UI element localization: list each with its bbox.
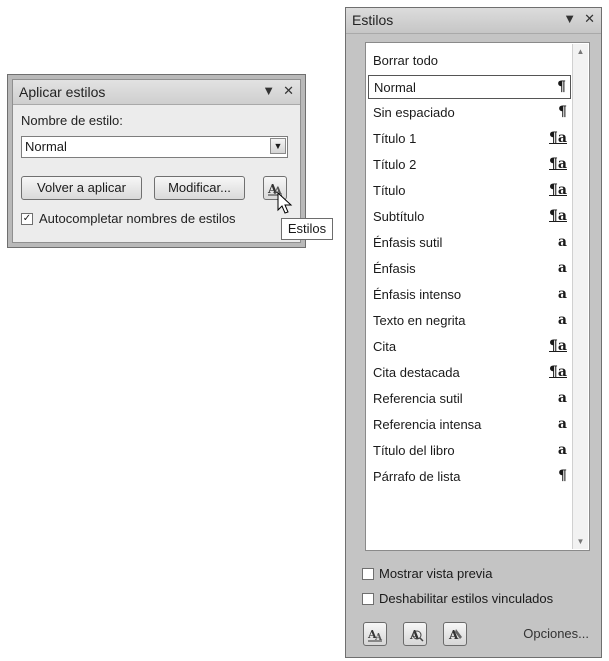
mouse-cursor-icon [277, 192, 293, 214]
style-item[interactable]: Título ¶a [368, 179, 571, 203]
scroll-up-icon[interactable]: ▲ [573, 47, 588, 56]
styles-list: Borrar todo Normal ¶ Sin espaciado ¶ Títul… [365, 42, 590, 551]
paragraph-icon: ¶ [557, 79, 566, 95]
style-item[interactable]: Sin espaciado ¶ [368, 101, 571, 125]
svg-text:A: A [409, 628, 420, 642]
chevron-down-icon[interactable]: ▼ [270, 138, 286, 154]
styles-title: Estilos [352, 12, 394, 28]
pane-menu-icon[interactable]: ▼ [262, 83, 275, 98]
disable-linked-checkbox[interactable] [362, 593, 374, 605]
style-item[interactable]: Énfasis a [368, 257, 571, 281]
autocomplete-label: Autocompletar nombres de estilos [39, 211, 236, 226]
styles-list-scrollbar[interactable]: ▲ ▼ [572, 44, 588, 549]
style-name-label: Nombre de estilo: [21, 113, 123, 128]
style-item-label: Referencia sutil [373, 391, 463, 406]
options-link[interactable]: Opciones... [523, 626, 589, 641]
style-item[interactable]: Cita ¶a [368, 335, 571, 359]
style-item-label: Borrar todo [373, 53, 439, 68]
style-item[interactable]: Referencia sutil a [368, 387, 571, 411]
style-item-label: Subtítulo [373, 209, 425, 224]
disable-linked-option[interactable]: Deshabilitar estilos vinculados [362, 591, 553, 606]
character-style-icon: a [557, 390, 567, 406]
style-item[interactable]: Énfasis sutil a [368, 231, 571, 255]
style-item-label: Normal [374, 80, 416, 95]
scroll-down-icon[interactable]: ▼ [573, 537, 588, 546]
style-item-label: Énfasis intenso [373, 287, 462, 302]
new-style-button[interactable]: AA [363, 622, 387, 646]
character-style-icon: a [557, 442, 567, 458]
apply-styles-title: Aplicar estilos [19, 84, 106, 100]
linked-style-icon: ¶a [549, 156, 567, 172]
style-item-label: Título 1 [373, 131, 417, 146]
style-item[interactable]: Énfasis intenso a [368, 283, 571, 307]
style-item-label: Cita destacada [373, 365, 460, 380]
manage-styles-icon: A [448, 628, 462, 642]
style-item[interactable]: Referencia intensa a [368, 413, 571, 437]
show-preview-label: Mostrar vista previa [379, 566, 493, 581]
linked-style-icon: ¶a [549, 130, 567, 146]
style-item-label: Texto en negrita [373, 313, 466, 328]
styles-tooltip: Estilos [281, 218, 333, 240]
style-name-value[interactable]: Normal [25, 139, 67, 154]
apply-styles-body: Aplicar estilos ▼ ✕ Nombre de estilo: Nor… [12, 79, 301, 243]
style-item[interactable]: Párrafo de lista ¶ [368, 465, 571, 489]
style-name-combobox[interactable]: Normal ▼ [21, 136, 288, 158]
style-item[interactable]: Borrar todo [368, 49, 571, 73]
apply-styles-titlebar[interactable]: Aplicar estilos ▼ ✕ [13, 80, 300, 105]
new-style-icon: AA [367, 628, 383, 643]
linked-style-icon: ¶a [549, 364, 567, 380]
style-item-label: Sin espaciado [373, 105, 455, 120]
style-item[interactable]: Título 2 ¶a [368, 153, 571, 177]
style-inspector-button[interactable]: A [403, 622, 427, 646]
style-item-label: Título del libro [373, 443, 455, 458]
pane-menu-icon[interactable]: ▼ [563, 11, 576, 26]
disable-linked-label: Deshabilitar estilos vinculados [379, 591, 554, 606]
styles-pane: Estilos ▼ ✕ Borrar todo Normal ¶ Sin espac… [345, 7, 602, 658]
style-item-label: Título 2 [373, 157, 417, 172]
manage-styles-button[interactable]: A [443, 622, 467, 646]
styles-titlebar[interactable]: Estilos ▼ ✕ [346, 8, 601, 34]
style-item[interactable]: Cita destacada ¶a [368, 361, 571, 385]
linked-style-icon: ¶a [549, 208, 567, 224]
style-item-label: Cita [373, 339, 397, 354]
autocomplete-checkbox[interactable]: ✓ [21, 213, 33, 225]
show-preview-option[interactable]: Mostrar vista previa [362, 566, 492, 581]
character-style-icon: a [557, 312, 567, 328]
linked-style-icon: ¶a [549, 182, 567, 198]
character-style-icon: a [557, 260, 567, 276]
linked-style-icon: ¶a [549, 338, 567, 354]
style-item[interactable]: Normal ¶ [368, 75, 571, 99]
modify-button[interactable]: Modificar... [154, 176, 245, 200]
style-item[interactable]: Texto en negrita a [368, 309, 571, 333]
style-item[interactable]: Subtítulo ¶a [368, 205, 571, 229]
apply-styles-pane: Aplicar estilos ▼ ✕ Nombre de estilo: Nor… [7, 74, 306, 248]
style-item-label: Énfasis [373, 261, 416, 276]
paragraph-icon: ¶ [558, 468, 567, 484]
style-item-label: Referencia intensa [373, 417, 482, 432]
character-style-icon: a [557, 234, 567, 250]
paragraph-icon: ¶ [558, 104, 567, 120]
style-item-label: Énfasis sutil [373, 235, 443, 250]
style-item[interactable]: Título del libro a [368, 439, 571, 463]
close-icon[interactable]: ✕ [283, 83, 294, 99]
character-style-icon: a [557, 286, 567, 302]
style-item[interactable]: Título 1 ¶a [368, 127, 571, 151]
style-item-label: Título [373, 183, 406, 198]
show-preview-checkbox[interactable] [362, 568, 374, 580]
style-item-label: Párrafo de lista [373, 469, 461, 484]
reapply-button[interactable]: Volver a aplicar [21, 176, 142, 200]
character-style-icon: a [557, 416, 567, 432]
style-inspector-icon: A [409, 628, 424, 642]
close-icon[interactable]: ✕ [584, 11, 595, 27]
